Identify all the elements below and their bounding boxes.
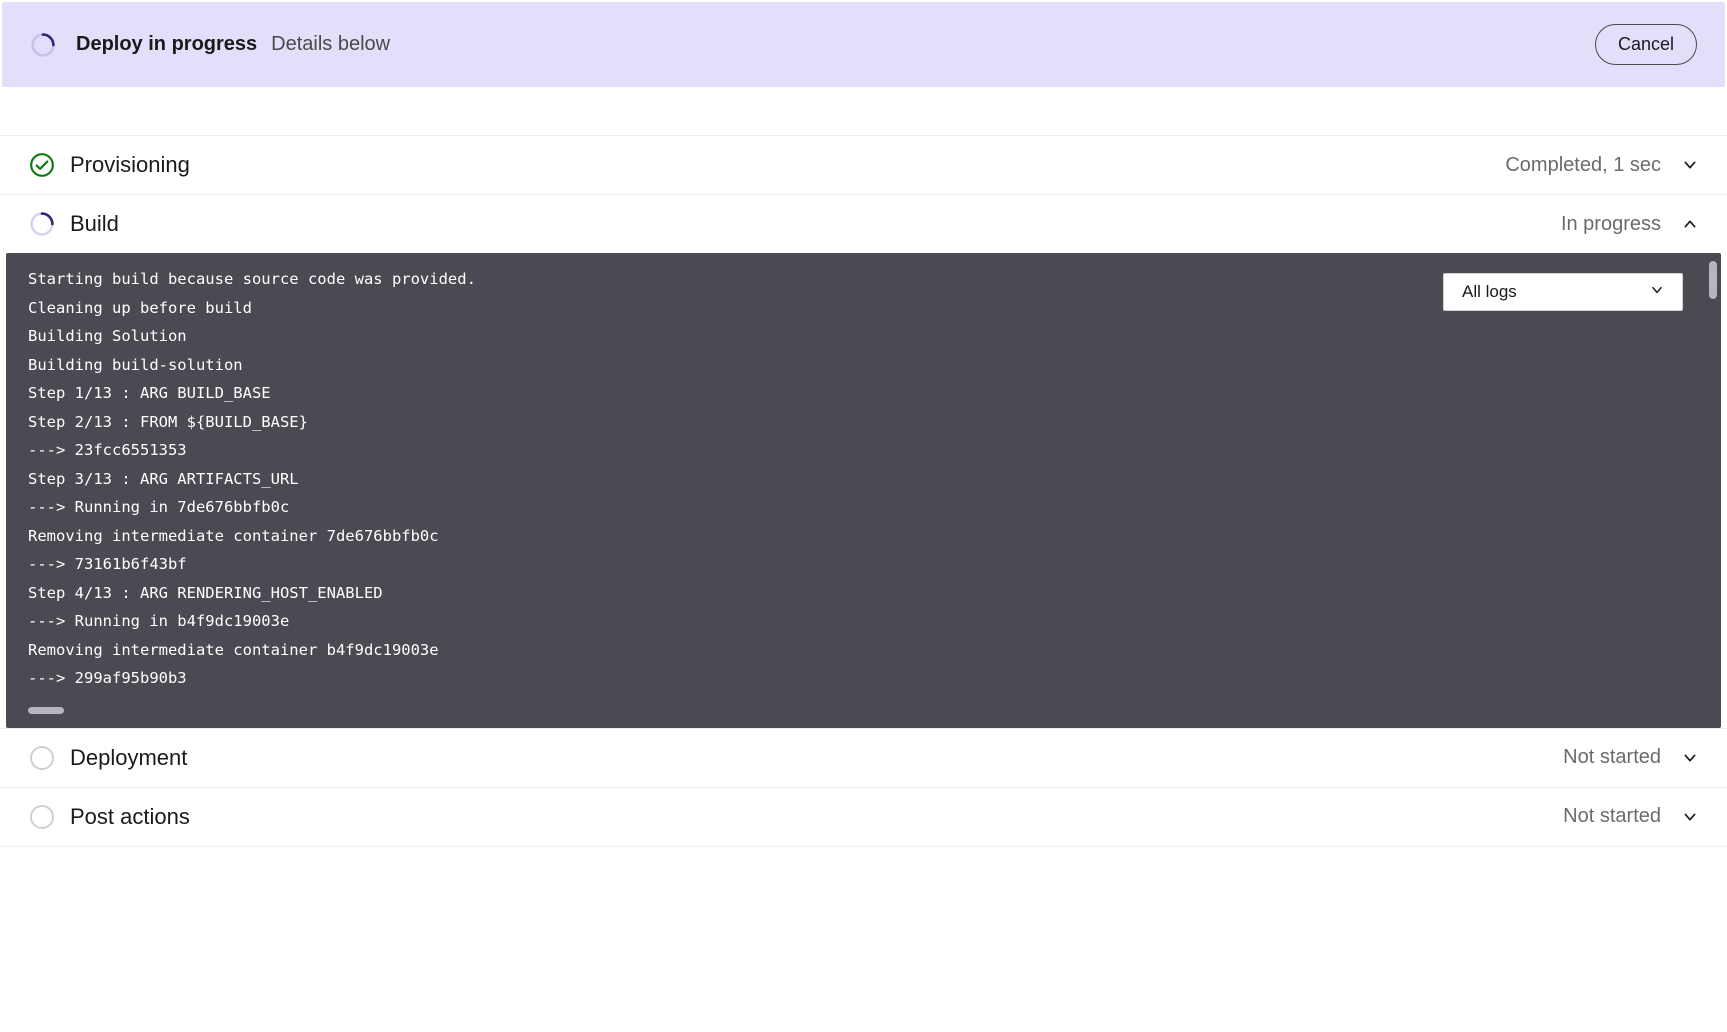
build-log-lines: Starting build because source code was p… (28, 265, 1699, 693)
log-line: ---> Running in 7de676bbfb0c (28, 493, 1699, 522)
scrollbar-horizontal[interactable] (28, 707, 64, 714)
stage-status: Completed, 1 sec (1505, 154, 1661, 177)
log-line: Step 1/13 : ARG BUILD_BASE (28, 379, 1699, 408)
log-line: Removing intermediate container 7de676bb… (28, 522, 1699, 551)
stage-build-header[interactable]: Build In progress (0, 195, 1727, 253)
stage-deployment-header[interactable]: Deployment Not started (0, 729, 1727, 787)
deploy-status-banner: Deploy in progress Details below Cancel (2, 2, 1725, 87)
stage-name: Deployment (70, 745, 187, 771)
log-line: Step 3/13 : ARG ARTIFACTS_URL (28, 465, 1699, 494)
stage-provisioning-header[interactable]: Provisioning Completed, 1 sec (0, 136, 1727, 194)
cancel-button[interactable]: Cancel (1595, 24, 1697, 65)
spinner-icon (30, 32, 56, 58)
log-line: Building Solution (28, 322, 1699, 351)
stage-status: In progress (1561, 213, 1661, 236)
stage-status: Not started (1563, 805, 1661, 828)
success-icon (28, 151, 56, 179)
stage-name: Build (70, 211, 119, 237)
chevron-down-icon (1681, 156, 1699, 174)
stage-deployment: Deployment Not started (0, 728, 1727, 787)
banner-title: Deploy in progress (76, 33, 257, 56)
pending-icon (28, 803, 56, 831)
log-filter-dropdown[interactable]: All logs (1443, 273, 1683, 311)
stage-provisioning: Provisioning Completed, 1 sec (0, 135, 1727, 194)
log-line: ---> 299af95b90b3 (28, 664, 1699, 693)
log-filter-selected: All logs (1462, 282, 1517, 302)
stage-post-actions: Post actions Not started (0, 787, 1727, 847)
banner-subtitle: Details below (271, 33, 390, 56)
scrollbar-vertical[interactable] (1709, 261, 1717, 299)
stage-build: Build In progress All logs Starting buil… (0, 194, 1727, 728)
log-line: Step 4/13 : ARG RENDERING_HOST_ENABLED (28, 579, 1699, 608)
stage-post-actions-header[interactable]: Post actions Not started (0, 788, 1727, 846)
chevron-up-icon (1681, 215, 1699, 233)
log-line: Building build-solution (28, 351, 1699, 380)
stage-status: Not started (1563, 746, 1661, 769)
stage-name: Provisioning (70, 152, 190, 178)
spinner-icon (28, 210, 56, 238)
log-line: ---> Running in b4f9dc19003e (28, 607, 1699, 636)
chevron-down-icon (1681, 749, 1699, 767)
log-line: Step 2/13 : FROM ${BUILD_BASE} (28, 408, 1699, 437)
log-line: ---> 23fcc6551353 (28, 436, 1699, 465)
build-log-panel: All logs Starting build because source c… (6, 253, 1721, 728)
chevron-down-icon (1681, 808, 1699, 826)
pending-icon (28, 744, 56, 772)
chevron-down-icon (1650, 282, 1664, 302)
log-line: ---> 73161b6f43bf (28, 550, 1699, 579)
deployment-stages: Provisioning Completed, 1 sec Build In p… (0, 135, 1727, 847)
stage-name: Post actions (70, 804, 190, 830)
log-line: Removing intermediate container b4f9dc19… (28, 636, 1699, 665)
